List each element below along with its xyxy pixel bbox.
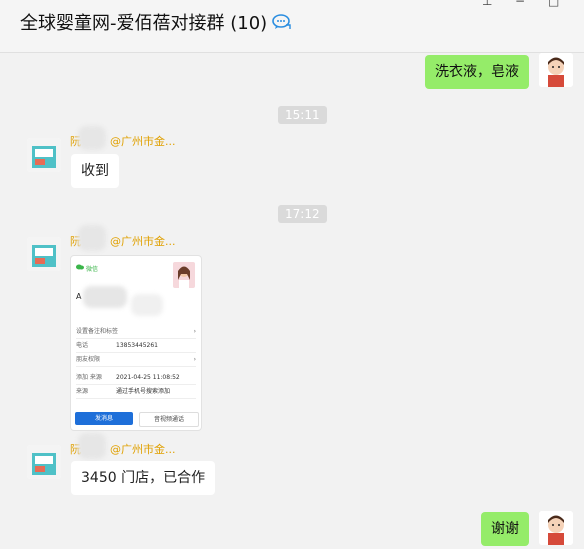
member-avatar[interactable] [27, 138, 61, 172]
blurred-card-name [83, 286, 127, 308]
card-row-time: 添加 来源 2021-04-25 11:08:52 [76, 372, 196, 385]
timestamp: 15:11 [278, 106, 327, 124]
message-bubble-in[interactable]: 3450 门店，已合作 [71, 461, 216, 495]
card-message-button[interactable]: 发消息 [75, 412, 133, 425]
wechat-icon [76, 264, 84, 270]
scrollbar[interactable] [578, 53, 584, 549]
sender-tag: @广州市金... [110, 235, 176, 248]
blurred-name [78, 126, 106, 150]
my-avatar[interactable] [539, 53, 573, 87]
pin-icon[interactable]: ⊥ [482, 0, 492, 8]
card-row-phone: 电话 13853445261 [76, 340, 196, 353]
chat-header: 全球婴童网-爱佰蓓对接群 (10) ⊥ − □ [0, 0, 584, 53]
blurred-name [78, 433, 106, 459]
card-row-source: 来源 通过手机号搜索添加 [76, 386, 196, 399]
member-avatar[interactable] [27, 237, 61, 271]
chat-title: 全球婴童网-爱佰蓓对接群 (10) [20, 13, 268, 34]
sender-tag: @广州市金... [110, 443, 176, 456]
message-list[interactable]: 洗衣液，皂液 15:11 阮 @广州市金... 收到 17:12 阮 @广州市金… [0, 53, 584, 549]
blurred-card-id [131, 294, 163, 316]
maximize-icon[interactable]: □ [548, 0, 559, 8]
card-photo [173, 262, 195, 288]
blurred-name [78, 225, 106, 251]
card-call-button[interactable]: 音视频通话 [139, 412, 199, 427]
message-bubble-in[interactable]: 收到 [71, 154, 119, 188]
card-initial: A [76, 292, 82, 301]
minimize-icon[interactable]: − [515, 0, 525, 8]
member-avatar[interactable] [27, 445, 61, 479]
timestamp: 17:12 [278, 205, 327, 223]
message-bubble-out[interactable]: 洗衣液，皂液 [425, 55, 529, 89]
message-bubble-out[interactable]: 谢谢 [481, 512, 529, 546]
card-row-permission: 朋友权限 › [76, 354, 196, 367]
card-row-remark: 设置备注和标签 › [76, 326, 196, 339]
contact-card[interactable]: 微信 A 设置备注和标签 › 电话 13853445261 朋友权限 › 添加 来源 2… [70, 255, 202, 431]
my-avatar[interactable] [539, 511, 573, 545]
chat-info-icon[interactable] [272, 14, 292, 30]
sender-tag: @广州市金... [110, 135, 176, 148]
card-app-name: 微信 [86, 266, 99, 273]
